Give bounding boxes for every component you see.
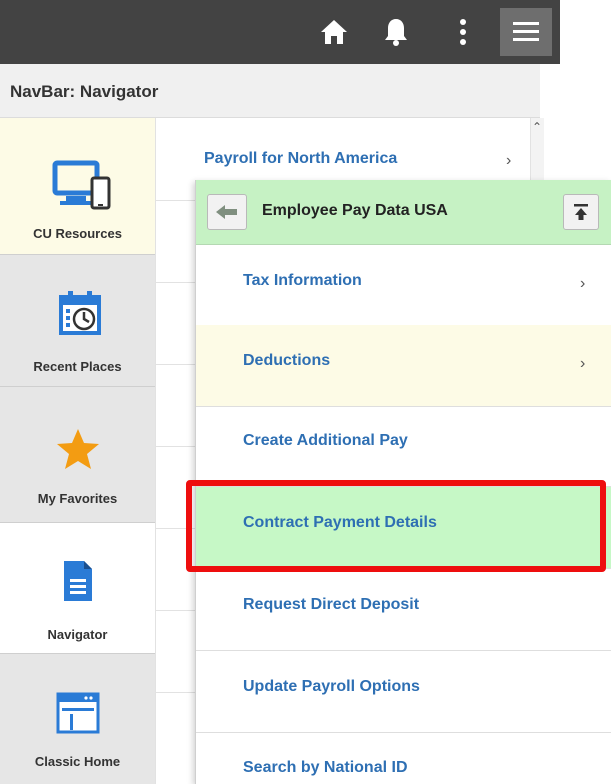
chevron-right-icon: › — [506, 152, 512, 169]
chevron-right-icon: › — [580, 275, 586, 292]
scroll-to-top-button[interactable] — [563, 194, 599, 230]
tile-label: Recent Places — [33, 359, 122, 374]
star-icon — [57, 429, 99, 469]
hamburger-icon[interactable] — [500, 8, 552, 56]
divider — [156, 692, 196, 693]
menu-item-create-additional-pay[interactable]: Create Additional Pay — [196, 405, 611, 487]
menu-item-label: Tax Information — [243, 272, 362, 289]
divider — [156, 282, 196, 283]
divider — [156, 200, 196, 201]
bell-icon[interactable] — [378, 14, 414, 50]
menu-item-label: Search by National ID — [243, 759, 408, 776]
home-icon[interactable] — [316, 14, 352, 50]
tile-classic-home[interactable]: Classic Home — [0, 654, 155, 784]
menu-item-label: Update Payroll Options — [243, 678, 420, 695]
divider — [156, 446, 196, 447]
chevron-up-icon[interactable]: ⌃ — [532, 120, 542, 134]
navbar-header: NavBar: Navigator — [0, 64, 540, 118]
back-button[interactable] — [207, 194, 247, 230]
tile-label: My Favorites — [37, 491, 118, 506]
arrow-to-top-icon — [574, 204, 588, 220]
menu-item-label: Contract Payment Details — [243, 514, 437, 531]
menu-item-update-payroll-options[interactable]: Update Payroll Options — [196, 651, 611, 733]
chevron-right-icon: › — [580, 355, 586, 372]
panel-title: Employee Pay Data USA — [262, 202, 448, 219]
tile-my-favorites[interactable]: My Favorites — [0, 386, 155, 522]
divider — [156, 610, 196, 611]
tile-label: Classic Home — [34, 754, 121, 769]
devices-icon — [52, 160, 111, 210]
menu-item-search-by-national-id[interactable]: Search by National ID — [196, 732, 611, 784]
menu-item-tax-information[interactable]: Tax Information › — [196, 245, 611, 327]
menu-item-label: Request Direct Deposit — [243, 596, 420, 613]
tile-recent-places[interactable]: Recent Places — [0, 254, 155, 386]
divider — [156, 528, 196, 529]
menu-item-label: Create Additional Pay — [243, 432, 408, 449]
tile-label: Navigator — [47, 627, 108, 642]
navbar-title: NavBar: Navigator — [10, 82, 159, 101]
list-item-payroll[interactable]: Payroll for North America — [204, 150, 397, 168]
divider — [156, 364, 196, 365]
window-icon — [56, 692, 100, 734]
top-bar — [0, 0, 560, 64]
tile-navigator[interactable]: Navigator — [0, 522, 155, 654]
navbar-tiles: CU Resources Recent Places My Favorites — [0, 118, 155, 784]
tile-cu-resources[interactable]: CU Resources — [0, 118, 155, 254]
kebab-icon[interactable] — [448, 14, 478, 50]
menu-item-deductions[interactable]: Deductions › — [196, 325, 611, 407]
panel-header: Employee Pay Data USA — [196, 180, 611, 245]
calendar-clock-icon — [59, 291, 101, 335]
document-icon — [64, 561, 92, 601]
arrow-left-icon — [216, 205, 237, 219]
menu-item-label: Deductions — [243, 352, 331, 369]
menu-item-request-direct-deposit[interactable]: Request Direct Deposit — [196, 569, 611, 651]
tile-label: CU Resources — [33, 226, 122, 241]
employee-pay-data-panel: Employee Pay Data USA Tax Information › … — [195, 180, 611, 784]
menu-item-contract-payment-details[interactable]: Contract Payment Details — [196, 487, 611, 569]
